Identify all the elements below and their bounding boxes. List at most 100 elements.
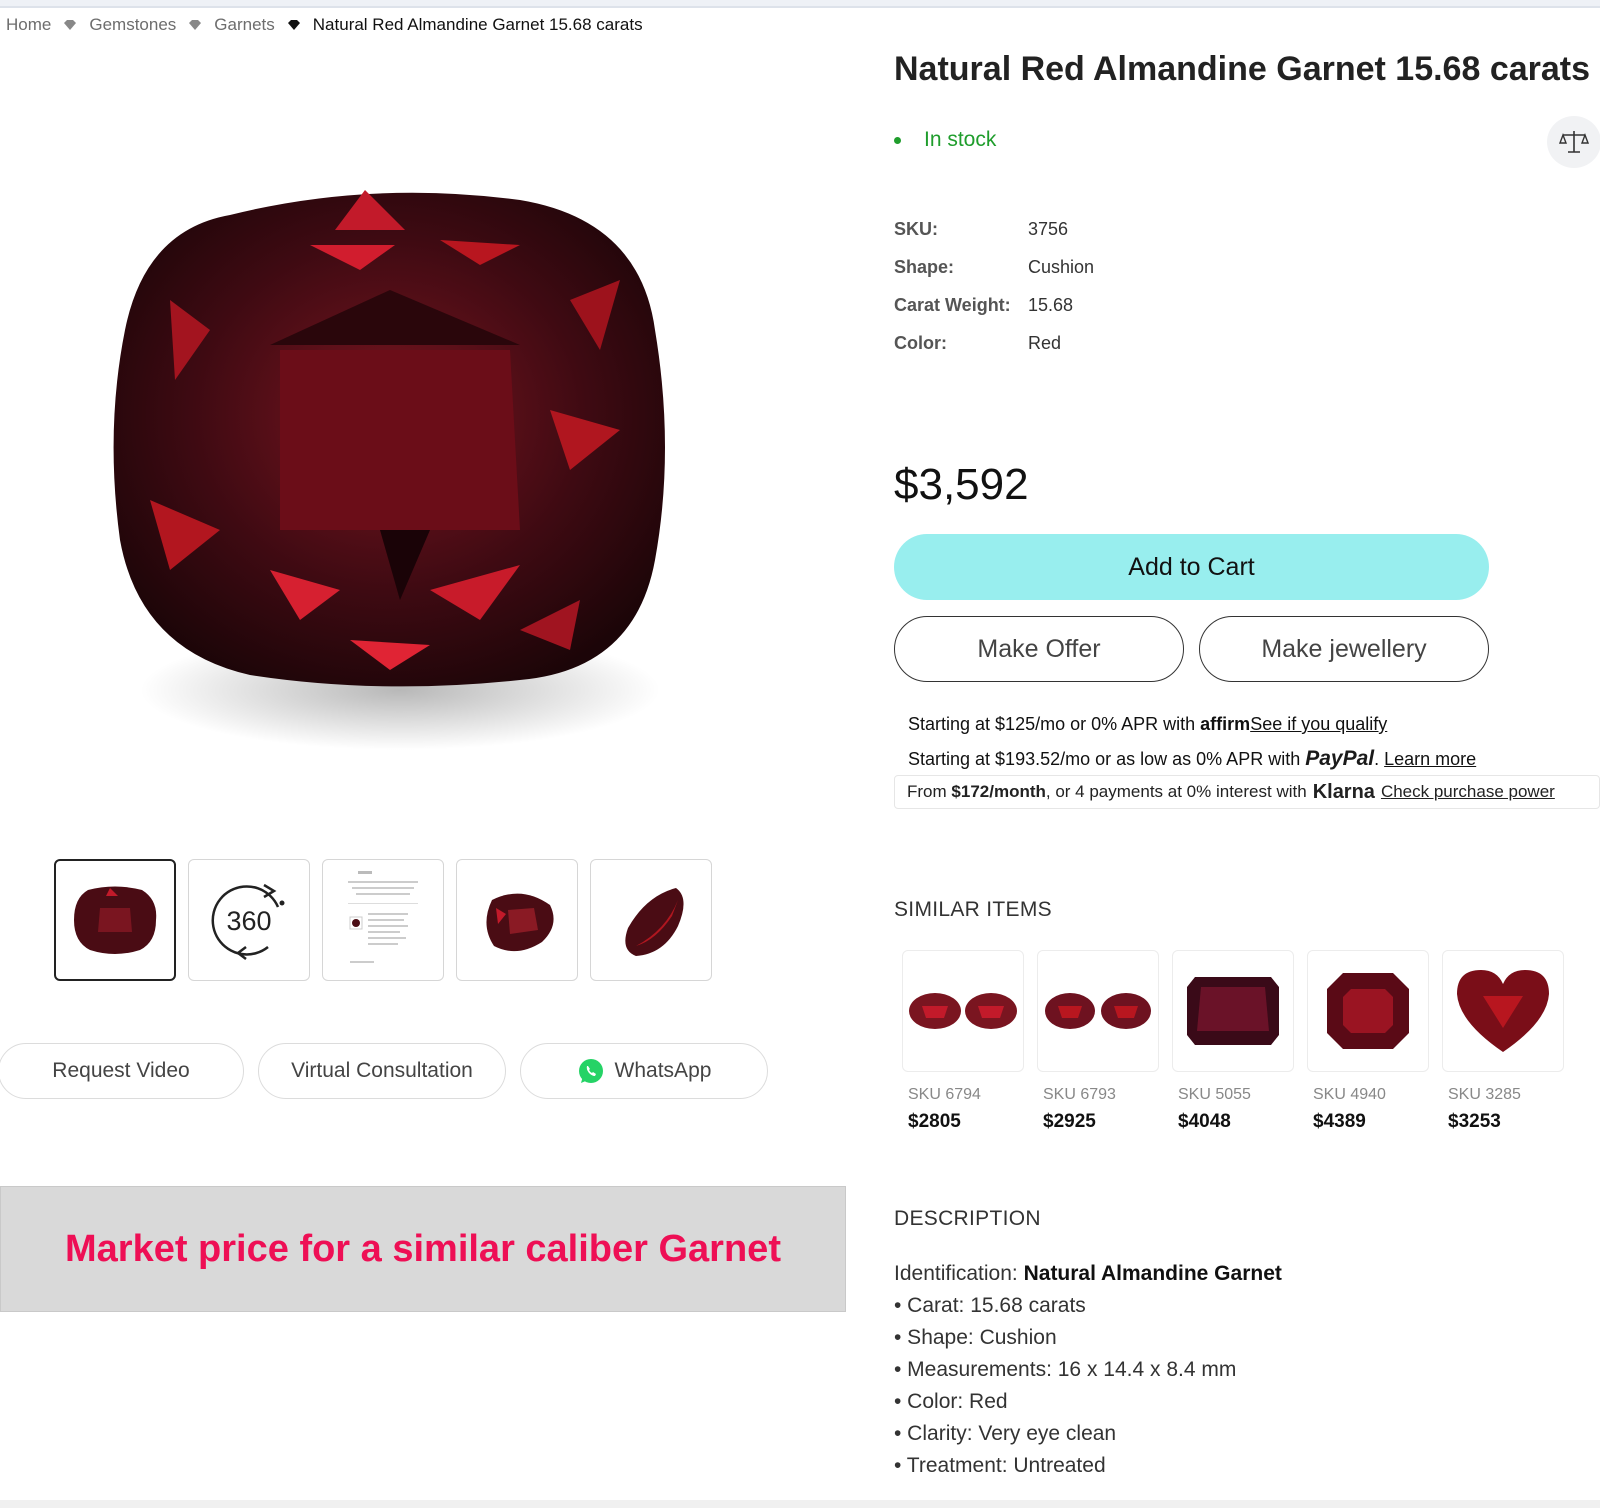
similar-item-image	[1307, 950, 1429, 1072]
similar-item-sku: SKU 6793	[1043, 1086, 1116, 1103]
affirm-logo: affirm	[1200, 714, 1251, 734]
product-title: Natural Red Almandine Garnet 15.68 carat…	[894, 50, 1591, 88]
stock-dot-icon	[894, 136, 901, 144]
request-video-button[interactable]: Request Video	[0, 1043, 244, 1099]
description-body: Identification: Natural Almandine Garnet…	[894, 1258, 1282, 1482]
spec-row-shape: Shape: Cushion	[894, 248, 1094, 286]
spec-row-color: Color: Red	[894, 324, 1094, 362]
klarna-financing: From $172/month, or 4 payments at 0% int…	[894, 775, 1600, 809]
similar-items-heading: SIMILAR ITEMS	[894, 898, 1052, 921]
stock-status-label: In stock	[924, 128, 997, 151]
spec-table: SKU: 3756 Shape: Cushion Carat Weight: 1…	[894, 210, 1094, 362]
similar-item-price: $4389	[1313, 1111, 1366, 1132]
thumbnail-front[interactable]	[54, 859, 176, 981]
market-price-banner-text: Market price for a similar caliber Garne…	[65, 1227, 781, 1270]
gem-image	[1327, 973, 1409, 1049]
description-identification: Identification: Natural Almandine Garnet	[894, 1258, 1282, 1290]
breadcrumb-garnets[interactable]: Garnets	[214, 15, 274, 35]
make-offer-button[interactable]: Make Offer	[894, 616, 1184, 682]
similar-item-image	[1037, 950, 1159, 1072]
spec-label: Shape:	[894, 256, 955, 277]
paypal-logo: PayPal	[1305, 747, 1375, 770]
spec-value: 15.68	[1028, 294, 1074, 315]
make-offer-label: Make Offer	[977, 634, 1101, 663]
similar-item[interactable]: SKU 6794 $2805	[902, 950, 1024, 1133]
breadcrumb-current: Natural Red Almandine Garnet 15.68 carat…	[312, 15, 643, 34]
description-bullet: • Carat: 15.68 carats	[894, 1294, 1086, 1317]
similar-item-price: $2805	[908, 1111, 961, 1132]
description-bullet: • Treatment: Untreated	[894, 1454, 1106, 1477]
add-to-cart-button[interactable]: Add to Cart	[894, 534, 1489, 600]
market-price-banner: Market price for a similar caliber Garne…	[0, 1186, 846, 1312]
description-heading: DESCRIPTION	[894, 1207, 1041, 1230]
similar-item-sku: SKU 4940	[1313, 1086, 1386, 1103]
request-video-label: Request Video	[52, 1059, 190, 1082]
description-bullet: • Clarity: Very eye clean	[894, 1422, 1117, 1445]
affirm-qualify-link[interactable]: See if you qualify	[1250, 714, 1387, 734]
stock-status: In stock	[894, 128, 996, 152]
whatsapp-icon	[578, 1059, 603, 1083]
spec-label: Color:	[894, 332, 947, 353]
thumbnail-360-label: 360	[226, 906, 271, 936]
compare-button[interactable]	[1547, 116, 1600, 168]
whatsapp-button[interactable]: WhatsApp	[520, 1043, 768, 1099]
similar-item-sku: SKU 3285	[1448, 1086, 1521, 1103]
gem-pair-image	[909, 993, 1017, 1029]
add-to-cart-label: Add to Cart	[1128, 552, 1255, 581]
description-bullet: • Color: Red	[894, 1390, 1008, 1413]
thumbnail-angle-2[interactable]	[590, 859, 712, 981]
similar-item-image	[1172, 950, 1294, 1072]
diamond-separator-icon	[287, 20, 300, 30]
similar-item-price: $3253	[1448, 1111, 1501, 1132]
identification-value: Natural Almandine Garnet	[1023, 1262, 1282, 1285]
affirm-financing: Starting at $125/mo or 0% APR with affir…	[908, 714, 1387, 735]
klarna-amount: $172/month	[951, 782, 1046, 801]
gem-image	[1187, 977, 1279, 1045]
virtual-consultation-label: Virtual Consultation	[291, 1059, 473, 1082]
thumbnail-angle-1[interactable]	[456, 859, 578, 981]
diamond-separator-icon	[189, 20, 202, 30]
similar-item-sku: SKU 5055	[1178, 1086, 1251, 1103]
similar-item-image	[1442, 950, 1564, 1072]
whatsapp-label: WhatsApp	[614, 1059, 712, 1082]
affirm-text: Starting at $125/mo or 0% APR with	[908, 714, 1196, 734]
klarna-logo: Klarna	[1312, 780, 1375, 803]
gem-pair-image	[1045, 993, 1151, 1029]
paypal-learn-more-link[interactable]: Learn more	[1384, 749, 1476, 769]
spec-row-sku: SKU: 3756	[894, 210, 1094, 248]
gem-thumbnail-image	[625, 888, 684, 956]
breadcrumb: Home Gemstones Garnets Natural Red Alman…	[6, 14, 643, 36]
similar-item-sku: SKU 6794	[908, 1086, 981, 1103]
identification-label: Identification:	[894, 1262, 1018, 1285]
spec-label: Carat Weight:	[894, 294, 1011, 315]
virtual-consultation-button[interactable]: Virtual Consultation	[258, 1043, 506, 1099]
klarna-from: From	[907, 782, 947, 801]
make-jewellery-label: Make jewellery	[1261, 634, 1427, 663]
heart-gem-image	[1457, 970, 1549, 1052]
similar-item[interactable]: SKU 5055 $4048	[1172, 950, 1294, 1133]
klarna-text: , or 4 payments at 0% interest with	[1045, 782, 1307, 801]
gem-thumbnail-image	[74, 886, 157, 954]
paypal-financing: Starting at $193.52/mo or as low as 0% A…	[908, 747, 1477, 770]
thumbnail-certificate[interactable]	[322, 859, 444, 981]
scale-compare-icon	[1559, 131, 1589, 153]
thumbnail-360[interactable]: 360	[188, 859, 310, 981]
similar-item[interactable]: SKU 3285 $3253	[1442, 950, 1564, 1133]
spec-value: Cushion	[1028, 256, 1095, 277]
similar-item[interactable]: SKU 4940 $4389	[1307, 950, 1429, 1133]
rotate-360-icon: 360	[211, 883, 285, 960]
spec-label: SKU:	[894, 218, 938, 239]
diamond-separator-icon	[64, 20, 77, 30]
breadcrumb-home[interactable]: Home	[6, 15, 51, 35]
description-bullet: • Measurements: 16 x 14.4 x 8.4 mm	[894, 1358, 1237, 1381]
similar-item[interactable]: SKU 6793 $2925	[1037, 950, 1159, 1133]
main-product-image[interactable]	[100, 170, 680, 770]
bottom-bar	[0, 1500, 1600, 1508]
klarna-check-link[interactable]: Check purchase power	[1381, 782, 1555, 802]
spec-value: Red	[1028, 332, 1062, 353]
make-jewellery-button[interactable]: Make jewellery	[1199, 616, 1489, 682]
similar-item-price: $2925	[1043, 1111, 1096, 1132]
product-price: $3,592	[894, 460, 1029, 509]
breadcrumb-gemstones[interactable]: Gemstones	[89, 15, 176, 35]
description-bullet: • Shape: Cushion	[894, 1326, 1057, 1349]
